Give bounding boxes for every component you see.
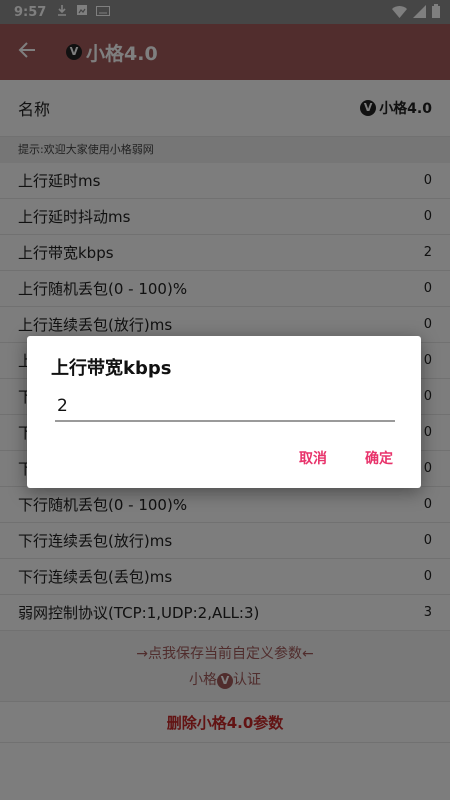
cancel-button[interactable]: 取消	[299, 448, 327, 468]
value-input[interactable]	[55, 394, 395, 422]
ok-button[interactable]: 确定	[365, 448, 393, 468]
dialog-title: 上行带宽kbps	[51, 358, 172, 379]
edit-value-dialog: 上行带宽kbps 取消 确定	[27, 336, 421, 488]
